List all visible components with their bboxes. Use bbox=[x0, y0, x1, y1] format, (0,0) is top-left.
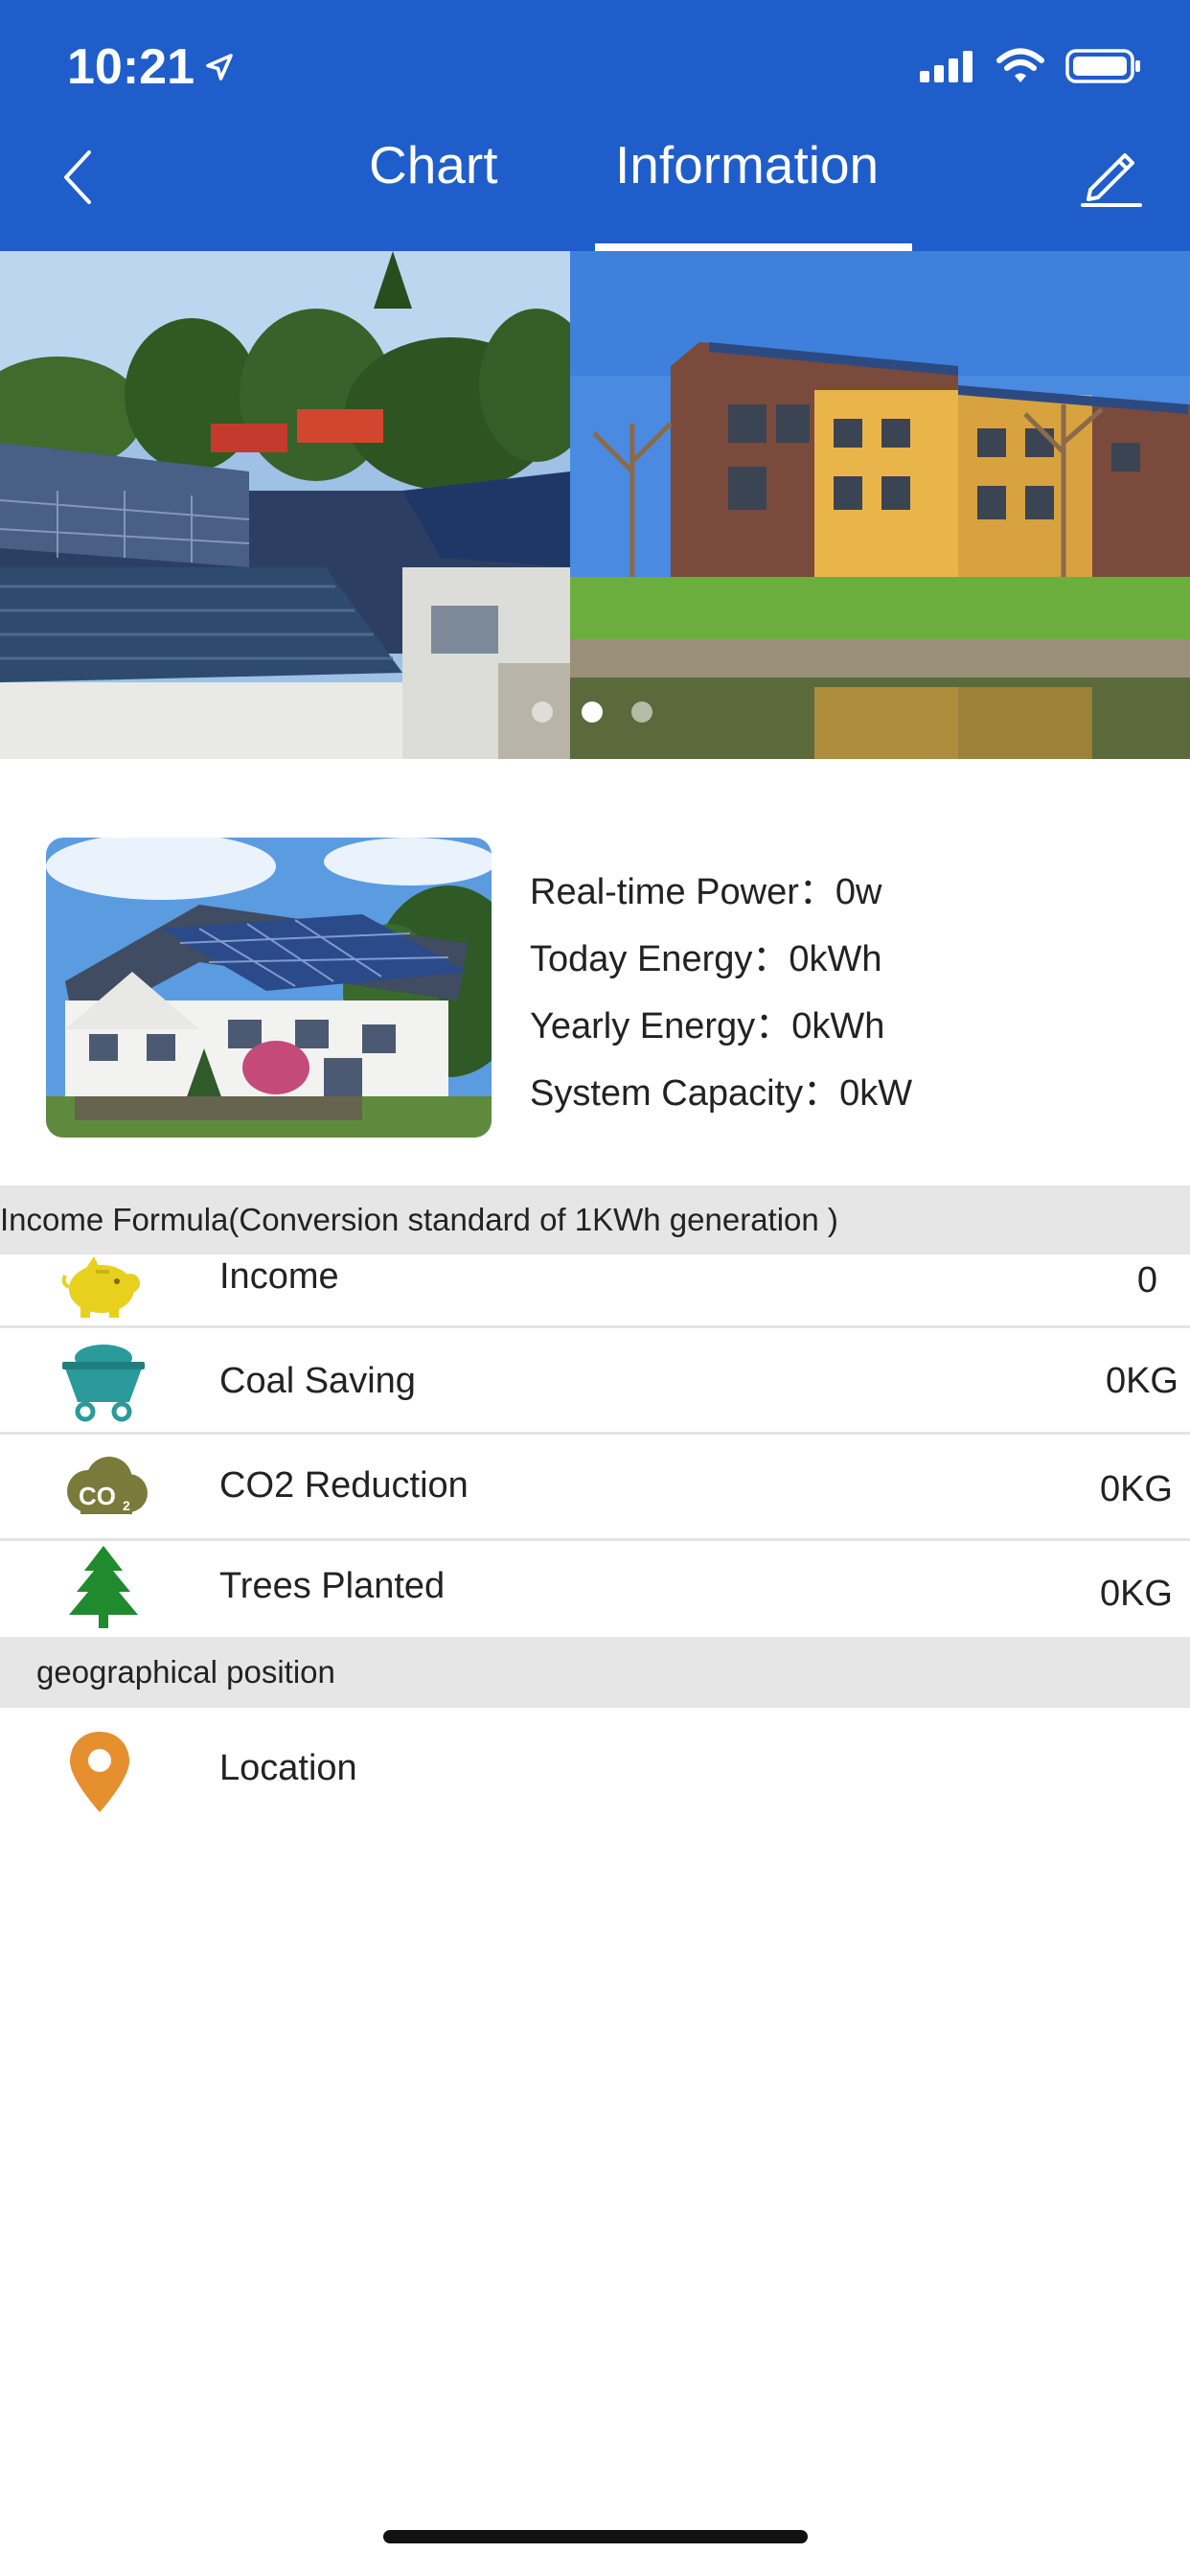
co2-reduction-label: CO2 Reduction bbox=[219, 1465, 469, 1506]
co2-cloud-icon: CO 2 bbox=[59, 1440, 151, 1532]
carousel-pagination[interactable] bbox=[532, 702, 652, 723]
home-indicator[interactable] bbox=[383, 2530, 808, 2543]
realtime-power-value: 0w bbox=[835, 872, 882, 912]
system-capacity-value: 0kW bbox=[839, 1073, 913, 1114]
status-indicators bbox=[920, 48, 1142, 84]
income-value: 0 bbox=[1136, 1260, 1157, 1300]
list-item-coal-saving[interactable]: Coal Saving 0KG bbox=[0, 1328, 1190, 1435]
co2-reduction-value: 0KG bbox=[1099, 1469, 1173, 1509]
system-capacity-label: System Capacity： bbox=[530, 1073, 840, 1114]
status-time: 10:21 bbox=[67, 38, 237, 96]
location-label: Location bbox=[219, 1748, 357, 1788]
carousel-dot-1[interactable] bbox=[532, 702, 553, 723]
edit-button[interactable] bbox=[1077, 142, 1144, 209]
yearly-energy-label: Yearly Energy： bbox=[530, 1006, 792, 1046]
tab-information[interactable]: Information bbox=[615, 134, 879, 196]
income-formula-title: Income Formula(Conversion standard of 1K… bbox=[0, 1202, 838, 1237]
piggy-bank-icon bbox=[57, 1241, 149, 1333]
realtime-power-label: Real-time Power： bbox=[530, 872, 835, 912]
coal-cart-icon bbox=[57, 1336, 149, 1428]
banner-photo-rooftops bbox=[0, 251, 594, 759]
today-energy-label: Today Energy： bbox=[530, 939, 790, 979]
list-item-co2-reduction[interactable]: CO 2 CO2 Reduction 0KG bbox=[0, 1435, 1190, 1541]
yearly-energy-value: 0kWh bbox=[791, 1006, 885, 1046]
pencil-icon bbox=[1081, 153, 1142, 207]
status-time-text: 10:21 bbox=[67, 39, 195, 95]
today-energy-value: 0kWh bbox=[789, 939, 882, 979]
battery-icon bbox=[1065, 49, 1140, 83]
list-item-trees-planted[interactable]: Trees Planted 0KG bbox=[0, 1541, 1190, 1637]
system-capacity-line: System Capacity：0kW bbox=[530, 1069, 912, 1136]
list-item-income[interactable]: Income 0 bbox=[0, 1254, 1190, 1328]
realtime-power-line: Real-time Power：0w bbox=[530, 867, 912, 934]
tree-icon bbox=[57, 1541, 149, 1633]
trees-planted-label: Trees Planted bbox=[219, 1566, 446, 1606]
carousel-dot-3[interactable] bbox=[631, 702, 652, 723]
chevron-left-icon bbox=[64, 150, 91, 204]
house-with-solar-photo bbox=[46, 838, 492, 1138]
income-label: Income bbox=[219, 1256, 339, 1297]
svg-text:2: 2 bbox=[123, 1498, 130, 1513]
carousel-dot-2[interactable] bbox=[582, 702, 603, 723]
plant-thumbnail bbox=[46, 838, 492, 1138]
coal-saving-value: 0KG bbox=[1105, 1361, 1179, 1401]
geographical-position-title: geographical position bbox=[36, 1654, 335, 1690]
app-header: 10:21 Chart Information bbox=[0, 0, 1190, 251]
yearly-energy-line: Yearly Energy：0kWh bbox=[530, 1001, 912, 1069]
list-item-location[interactable]: Location bbox=[0, 1708, 1190, 1832]
tab-chart[interactable]: Chart bbox=[369, 134, 498, 196]
map-pin-icon bbox=[54, 1727, 146, 1819]
trees-planted-value: 0KG bbox=[1099, 1574, 1173, 1614]
coal-saving-label: Coal Saving bbox=[219, 1361, 416, 1401]
cellular-signal-icon bbox=[920, 51, 973, 82]
location-arrow-icon bbox=[206, 54, 233, 80]
active-tab-indicator bbox=[595, 243, 912, 251]
banner-carousel[interactable] bbox=[0, 251, 1190, 759]
today-energy-line: Today Energy：0kWh bbox=[530, 934, 912, 1001]
wifi-icon bbox=[996, 48, 1044, 82]
banner-photo-townhouses bbox=[570, 251, 1190, 759]
svg-text:CO: CO bbox=[79, 1482, 116, 1510]
geographical-position-header: geographical position bbox=[0, 1637, 1190, 1708]
income-formula-header: Income Formula(Conversion standard of 1K… bbox=[0, 1185, 1190, 1254]
banner-photos bbox=[0, 251, 1190, 759]
back-button[interactable] bbox=[48, 144, 105, 211]
plant-summary: Real-time Power：0w Today Energy：0kWh Yea… bbox=[530, 867, 912, 1136]
